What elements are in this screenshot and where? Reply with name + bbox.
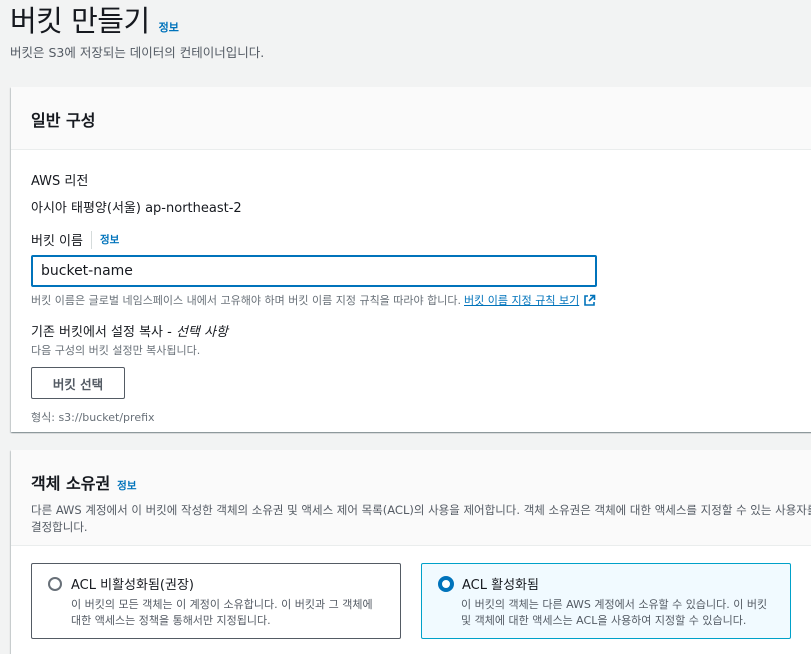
bucket-name-input[interactable]: bucket-name xyxy=(31,255,597,287)
copy-settings-desc: 다음 구성의 버킷 설정만 복사됩니다. xyxy=(31,344,201,357)
region-label: AWS 리전 xyxy=(31,174,89,189)
bucket-name-info-link[interactable]: 정보 xyxy=(100,232,119,247)
copy-settings-label: 기존 버킷에서 설정 복사 - 선택 사항 xyxy=(31,321,811,340)
external-link-icon[interactable] xyxy=(583,294,596,307)
acl-disabled-radio[interactable] xyxy=(48,576,62,591)
choose-bucket-button[interactable]: 버킷 선택 xyxy=(31,367,125,399)
bucket-name-hint-text: 버킷 이름은 글로벌 네임스페이스 내에서 고유해야 하며 버킷 이름 지정 규… xyxy=(31,294,462,307)
label-divider xyxy=(90,230,92,249)
object-ownership-desc: 다른 AWS 계정에서 이 버킷에 작성한 객체의 소유권 및 액세스 제어 목… xyxy=(31,503,811,534)
region-value: 아시아 태평양(서울) ap-northeast-2 xyxy=(31,201,242,216)
general-config-title: 일반 구성 xyxy=(31,111,96,130)
object-ownership-title: 객체 소유권 xyxy=(31,474,111,493)
object-ownership-title-row: 객체 소유권 정보 xyxy=(31,470,811,494)
page-header: 버킷 만들기 정보 버킷은 S3에 저장되는 데이터의 컨테이너입니다. xyxy=(10,0,810,61)
acl-disabled-desc: 이 버킷의 모든 객체는 이 계정이 소유합니다. 이 버킷과 그 객체에 대한… xyxy=(71,598,373,627)
copy-settings-optional: 선택 사항 xyxy=(175,325,228,340)
acl-enabled-option[interactable]: ACL 활성화됨 이 버킷의 객체는 다른 AWS 계정에서 소유할 수 있습니… xyxy=(421,563,791,639)
acl-disabled-label: ACL 비활성화됨(권장) xyxy=(71,578,194,593)
general-config-header: 일반 구성 xyxy=(11,87,811,150)
title-row: 버킷 만들기 정보 xyxy=(10,0,810,41)
acl-enabled-row: ACL 활성화됨 xyxy=(438,574,774,593)
bucket-name-hint: 버킷 이름은 글로벌 네임스페이스 내에서 고유해야 하며 버킷 이름 지정 규… xyxy=(31,292,811,308)
acl-enabled-label: ACL 활성화됨 xyxy=(462,578,539,593)
header-info-link[interactable]: 정보 xyxy=(159,19,179,35)
page-title: 버킷 만들기 xyxy=(10,4,150,38)
object-ownership-info-link[interactable]: 정보 xyxy=(117,478,136,493)
bucket-name-label: 버킷 이름 xyxy=(31,234,83,249)
acl-enabled-desc: 이 버킷의 객체는 다른 AWS 계정에서 소유할 수 있습니다. 이 버킷 및… xyxy=(461,598,768,627)
general-config-body: AWS 리전 아시아 태평양(서울) ap-northeast-2 버킷 이름 … xyxy=(11,150,811,425)
page-subtitle: 버킷은 S3에 저장되는 데이터의 컨테이너입니다. xyxy=(10,45,265,60)
format-hint: 형식: s3://bucket/prefix xyxy=(31,411,155,424)
bucket-name-label-row: 버킷 이름 정보 xyxy=(31,230,811,249)
acl-enabled-radio[interactable] xyxy=(438,575,454,592)
general-config-panel: 일반 구성 AWS 리전 아시아 태평양(서울) ap-northeast-2 … xyxy=(11,87,811,432)
acl-disabled-row: ACL 비활성화됨(권장) xyxy=(48,574,384,593)
object-ownership-header: 객체 소유권 정보 다른 AWS 계정에서 이 버킷에 작성한 객체의 소유권 … xyxy=(11,450,811,546)
copy-settings-label-text: 기존 버킷에서 설정 복사 - xyxy=(31,325,172,340)
acl-disabled-option[interactable]: ACL 비활성화됨(권장) 이 버킷의 모든 객체는 이 계정이 소유합니다. … xyxy=(31,563,401,639)
naming-rules-link[interactable]: 버킷 이름 지정 규칙 보기 xyxy=(464,292,579,308)
